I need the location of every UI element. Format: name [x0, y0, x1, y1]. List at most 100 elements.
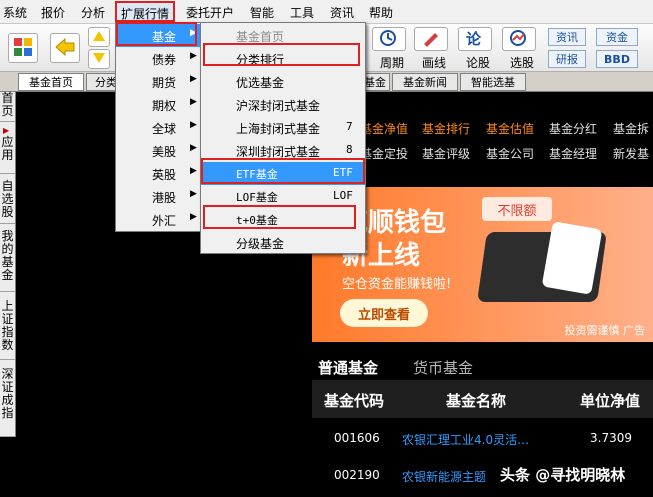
nav-fund-split[interactable]: 基金拆: [613, 120, 649, 137]
chat-icon: 论: [465, 29, 485, 50]
tab-regular-fund[interactable]: 普通基金: [318, 357, 378, 378]
nav-fund-nav[interactable]: 基金净值: [360, 120, 408, 137]
side-tab-my-fund[interactable]: 我的基金: [0, 224, 15, 292]
menu-item-label: 英股: [152, 168, 177, 182]
menu-item-hk-stocks[interactable]: 港股 ▶: [116, 185, 202, 208]
menu-trade-account[interactable]: 委托开户: [186, 4, 234, 21]
menu-item-shortcut: 7: [346, 120, 353, 133]
tab-smart-fund[interactable]: 智能选基: [460, 73, 526, 91]
menu-item-selected-funds[interactable]: 优选基金: [201, 70, 365, 93]
submenu-arrow-icon: ▶: [190, 143, 197, 153]
nav-fund-manager[interactable]: 基金经理: [549, 145, 597, 162]
fund-name-link[interactable]: 农银汇理工业4.0灵活…: [402, 431, 529, 448]
side-tab-sh-index[interactable]: 上证指数: [0, 292, 15, 360]
col-unit-nav[interactable]: 单位净值: [580, 390, 640, 411]
fund-nav: 3.7309: [590, 431, 632, 445]
side-tab-bar: 首页 ▶ 应用 自选股 我的基金 上证指数 深证成指: [0, 92, 16, 437]
menu-item-label: 优选基金: [236, 76, 285, 90]
menu-item-label: 沪深封闭式基金: [236, 99, 321, 113]
submenu-arrow-icon: ▶: [190, 97, 197, 107]
menu-smart[interactable]: 智能: [250, 4, 274, 21]
menu-item-options[interactable]: 期权 ▶: [116, 93, 202, 116]
menu-item-structured[interactable]: 分级基金: [201, 231, 365, 254]
menu-item-uk-stocks[interactable]: 英股 ▶: [116, 162, 202, 185]
stock-talk-label: 论股: [466, 56, 491, 70]
menu-help[interactable]: 帮助: [369, 4, 393, 21]
fund-table-header: 基金代码 基金名称 单位净值: [312, 380, 653, 418]
col-fund-name[interactable]: 基金名称: [446, 390, 506, 411]
draw-line-button[interactable]: [414, 27, 448, 51]
menu-info[interactable]: 资讯: [330, 4, 354, 21]
menu-item-label: 上海封闭式基金: [236, 122, 321, 136]
banner-ad-note: 投资需谨慎 广告: [564, 324, 646, 337]
info-button[interactable]: 资讯: [548, 28, 586, 46]
side-tab-home[interactable]: 首页: [0, 92, 15, 122]
nav-new-fund[interactable]: 新发基: [613, 145, 649, 162]
col-fund-code[interactable]: 基金代码: [324, 390, 384, 411]
menu-item-label: 美股: [152, 145, 177, 159]
research-button[interactable]: 研报: [548, 50, 586, 68]
period-button[interactable]: [372, 27, 406, 51]
grid-icon: [13, 37, 33, 60]
menu-item-label: 全球: [152, 122, 177, 136]
menu-item-label: 期货: [152, 76, 177, 90]
menu-extended-quotes[interactable]: 扩展行情: [115, 1, 176, 22]
stock-talk-button[interactable]: 论: [458, 27, 492, 51]
side-tab-sz-index[interactable]: 深证成指: [0, 360, 15, 437]
submenu-arrow-icon: ▶: [190, 212, 197, 222]
side-tab-watchlist[interactable]: 自选股: [0, 174, 15, 224]
stock-pick-label: 选股: [510, 56, 535, 70]
menu-item-hs-closed-end[interactable]: 沪深封闭式基金: [201, 93, 365, 116]
nav-fund-ranking[interactable]: 基金排行: [422, 120, 470, 137]
back-button[interactable]: [50, 33, 80, 63]
menu-item-us-stocks[interactable]: 美股 ▶: [116, 139, 202, 162]
period-label: 周期: [380, 56, 405, 70]
menu-item-sh-closed-end[interactable]: 上海封闭式基金 7: [201, 116, 365, 139]
tab-money-fund[interactable]: 货币基金: [413, 357, 473, 378]
banner-badge: 不限额: [482, 197, 552, 221]
menu-item-futures[interactable]: 期货 ▶: [116, 70, 202, 93]
menu-item-shortcut: 8: [346, 143, 353, 156]
menu-item-forex[interactable]: 外汇 ▶: [116, 208, 202, 231]
side-tab-apps[interactable]: ▶ 应用: [0, 122, 15, 174]
page-up-button[interactable]: [88, 27, 110, 47]
watermark: 头条 @寻找明晓林: [500, 466, 626, 484]
menu-tools[interactable]: 工具: [290, 4, 314, 21]
arrow-left-icon: [54, 37, 76, 60]
play-icon: ▶: [3, 126, 10, 135]
nav-fund-valuation[interactable]: 基金估值: [486, 120, 534, 137]
bbd-button[interactable]: BBD: [596, 50, 638, 68]
submenu-arrow-icon: ▶: [190, 166, 197, 176]
menu-quote[interactable]: 报价: [41, 4, 65, 21]
banner-subtitle: 空仓资金能赚钱啦!: [342, 277, 452, 292]
fund-name-link[interactable]: 农银新能源主题: [402, 468, 486, 485]
menu-system[interactable]: 系统: [3, 4, 27, 21]
tab-fund-home[interactable]: 基金首页: [18, 73, 84, 91]
nav-fund-rating[interactable]: 基金评级: [422, 145, 470, 162]
nav-fund-sip[interactable]: 基金定投: [360, 145, 408, 162]
menu-item-global[interactable]: 全球 ▶: [116, 116, 202, 139]
stock-pick-button[interactable]: [502, 27, 536, 51]
nav-fund-dividend[interactable]: 基金分红: [549, 120, 597, 137]
banner-view-button[interactable]: 立即查看: [340, 299, 428, 327]
submenu-arrow-icon: ▶: [190, 189, 197, 199]
menu-analysis[interactable]: 分析: [81, 4, 105, 21]
nav-fund-company[interactable]: 基金公司: [486, 145, 534, 162]
tab-fund-news[interactable]: 基金新闻: [392, 73, 458, 91]
chart-search-icon: [509, 29, 529, 50]
submenu-arrow-icon: ▶: [190, 74, 197, 84]
menu-item-label: 期权: [152, 99, 177, 113]
grid-layout-button[interactable]: [8, 33, 38, 63]
draw-line-label: 画线: [422, 56, 447, 70]
page-down-button[interactable]: [88, 49, 110, 69]
menu-item-label: 分级基金: [236, 237, 285, 251]
menu-item-label: 债券: [152, 53, 177, 67]
capital-button[interactable]: 资金: [596, 28, 638, 46]
menu-item-shortcut: LOF: [333, 189, 353, 202]
highlight-box-etf: [201, 158, 365, 184]
menu-item-bond[interactable]: 债券 ▶: [116, 47, 202, 70]
extended-quotes-menu: 基金 ▶ 债券 ▶ 期货 ▶ 期权 ▶ 全球 ▶ 美股 ▶ 英股 ▶ 港股 ▶ …: [115, 22, 203, 232]
menu-bar: 系统 报价 分析 扩展行情 委托开户 智能 工具 资讯 帮助: [0, 0, 653, 24]
highlight-box-t0: [203, 205, 356, 229]
highlight-box-ranking: [203, 43, 360, 66]
